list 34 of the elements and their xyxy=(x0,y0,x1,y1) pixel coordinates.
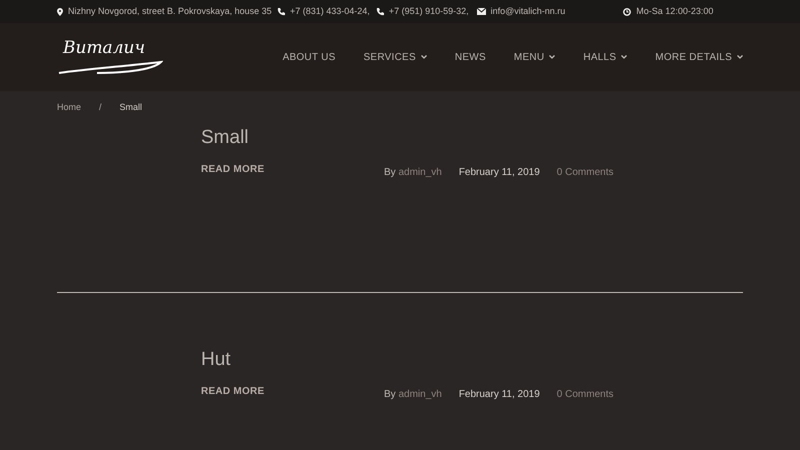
phone-icon xyxy=(277,8,285,16)
breadcrumb-current: Small xyxy=(120,101,142,114)
nav-link[interactable]: MORE DETAILS xyxy=(655,50,743,64)
comments-link[interactable]: 0 Comments xyxy=(556,387,614,402)
post-author: By admin_vh xyxy=(384,388,442,402)
opening-hours: Mo-Sa 12:00-23:00 xyxy=(636,4,714,18)
comments-link[interactable]: 0 Comments xyxy=(556,165,614,180)
breadcrumb-link[interactable]: Home xyxy=(57,101,82,115)
post-author: By admin_vh xyxy=(384,166,442,180)
read-more-link[interactable]: READ MORE xyxy=(201,162,384,177)
chevron-down-icon xyxy=(621,55,628,59)
nav-link[interactable]: MENU xyxy=(514,50,556,64)
post-title[interactable]: Hut xyxy=(201,347,231,373)
chevron-down-icon xyxy=(420,55,427,59)
breadcrumb-separator: / xyxy=(99,101,102,114)
clock-icon xyxy=(623,8,632,16)
nav-link[interactable]: SERVICES xyxy=(364,50,427,64)
logo[interactable]: Виталич xyxy=(57,40,163,74)
phone-link[interactable]: +7 (831) 433-04-24, xyxy=(290,4,370,18)
phone-link[interactable]: +7 (951) 910-59-32, xyxy=(388,4,469,18)
email-link[interactable]: info@vitalich-nn.ru xyxy=(490,4,566,18)
address-text: Nizhny Novgorod, street B. Pokrovskaya, house 35 xyxy=(68,4,272,18)
chevron-down-icon xyxy=(549,55,556,59)
nav-link[interactable]: HALLS xyxy=(583,50,628,64)
phone-icon xyxy=(376,8,384,16)
read-more-link[interactable]: READ MORE xyxy=(201,384,384,399)
post-date: February 11, 2019 xyxy=(458,166,540,180)
location-pin-icon xyxy=(57,8,63,16)
chevron-down-icon xyxy=(737,55,743,59)
nav-link[interactable]: ABOUT US xyxy=(282,50,336,64)
nav-link[interactable]: NEWS xyxy=(454,50,486,64)
envelope-icon xyxy=(476,8,486,15)
post-date: February 11, 2019 xyxy=(458,388,540,402)
post-title[interactable]: Small xyxy=(201,125,249,151)
